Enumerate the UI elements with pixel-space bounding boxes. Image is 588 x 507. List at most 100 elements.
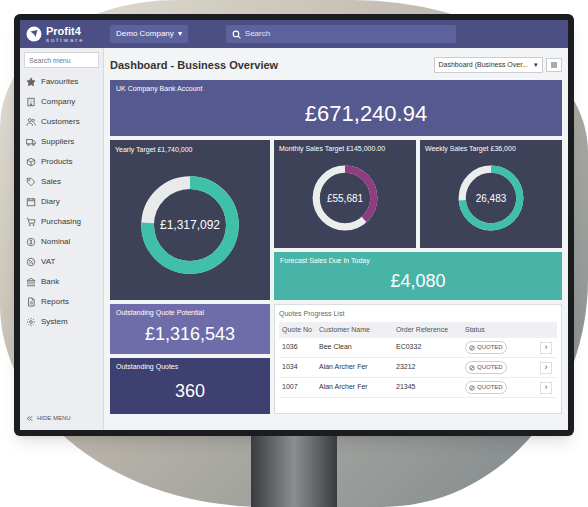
donut-chart: £1,317,092 (137, 172, 243, 278)
card-value: £55,681 (327, 191, 363, 206)
sidebar-item[interactable]: Customers (20, 112, 103, 132)
widget-grid: UK Company Bank Account £671,240.94 Year… (110, 80, 562, 414)
table-cell: 23212 (396, 362, 462, 373)
card-title: Outstanding Quote Potential (116, 308, 264, 319)
chevrons-left-icon (26, 415, 33, 422)
tag-icon (26, 177, 36, 187)
sidebar-item[interactable]: Reports (20, 292, 103, 312)
status-badge: QUOTED (465, 341, 507, 354)
sidebar-item[interactable]: Bank (20, 272, 103, 292)
row-open-button[interactable]: › (540, 342, 552, 354)
caret-icon: ▾ (178, 28, 182, 40)
sidebar-label: Reports (41, 296, 69, 308)
sidebar-label: Bank (41, 276, 59, 288)
progress-arc (148, 183, 233, 268)
logo-tagline: software (46, 37, 85, 43)
sidebar-item[interactable]: Sales (20, 172, 103, 192)
sidebar: Favourites Company CustomersSuppliers Produ… (20, 48, 104, 430)
sidebar-label: Diary (41, 196, 60, 208)
yearly-target-card[interactable]: Yearly Target £1,740,000 £1,317,092 (110, 140, 270, 300)
sidebar-item[interactable]: Purchasing (20, 212, 103, 232)
hide-menu-label: HIDE MENU (37, 414, 71, 423)
column-header[interactable]: Quote No (282, 325, 316, 336)
status-badge: QUOTED (465, 381, 507, 394)
sidebar-item[interactable]: Favourites (20, 72, 103, 92)
status-label: QUOTED (477, 363, 503, 372)
quote-potential-card[interactable]: Outstanding Quote Potential £1,316,543 (110, 304, 270, 354)
document-icon (26, 297, 36, 307)
row-open-button[interactable]: › (540, 382, 552, 394)
dashboard-select-value: Dashboard (Business Over... (439, 60, 529, 71)
title-row: Dashboard - Business Overview Dashboard … (110, 54, 562, 76)
top-bar: Profit4 software Demo Company ▾ (20, 20, 568, 48)
menu-icon (550, 61, 558, 69)
forecast-card[interactable]: Forecast Sales Due In Today £4,080 (274, 252, 562, 300)
coin-icon (26, 237, 36, 247)
star-icon (26, 77, 36, 87)
menu-search-input[interactable] (24, 52, 99, 68)
table-row[interactable]: 1034Alan Archer Fer23212QUOTED› (279, 358, 557, 378)
outstanding-quotes-card[interactable]: Outstanding Quotes 360 (110, 358, 270, 414)
sidebar-item[interactable]: Suppliers (20, 132, 103, 152)
sidebar-label: Company (41, 96, 75, 108)
truck-icon (26, 137, 36, 147)
page-title: Dashboard - Business Overview (110, 57, 278, 74)
sidebar-item[interactable]: Nominal (20, 232, 103, 252)
search-input[interactable] (245, 28, 450, 40)
table-cell: 21345 (396, 382, 462, 393)
table-cell: Alan Archer Fer (319, 362, 393, 373)
table-cell: 1036 (282, 342, 316, 353)
sidebar-item[interactable]: System (20, 312, 103, 332)
table-cell: Bee Clean (319, 342, 393, 353)
sidebar-item[interactable]: VAT (20, 252, 103, 272)
sidebar-label: Purchasing (41, 216, 81, 228)
monthly-target-card[interactable]: Monthly Sales Target £145,000.00 £55,681 (274, 140, 416, 248)
sidebar-label: Products (41, 156, 73, 168)
sidebar-label: Favourites (41, 76, 78, 88)
bank-card[interactable]: UK Company Bank Account £671,240.94 (110, 80, 562, 136)
logo-name: Profit4 (46, 26, 85, 37)
card-value: 26,483 (476, 191, 507, 206)
table-cell: 1007 (282, 382, 316, 393)
status-circle-icon (469, 385, 475, 391)
sidebar-menu: Favourites Company CustomersSuppliers Produ… (20, 72, 103, 332)
donut-chart: £55,681 (309, 162, 381, 234)
hide-menu-button[interactable]: HIDE MENU (20, 411, 103, 426)
monitor-stand (251, 436, 337, 507)
status-circle-icon (469, 345, 475, 351)
table-row[interactable]: 1007Alan Archer Fer21345QUOTED › (279, 378, 557, 398)
row-open-button[interactable]: › (540, 362, 552, 374)
table-cell: Alan Archer Fer (319, 382, 393, 393)
magnifier-icon (232, 30, 241, 39)
column-header[interactable]: Status (465, 325, 537, 336)
dashboard-select[interactable]: Dashboard (Business Over... ▾ (434, 57, 544, 74)
table-header: Quote NoCustomer NameOrder ReferenceStat… (279, 322, 557, 339)
calendar-icon (26, 197, 36, 207)
sidebar-item[interactable]: Company (20, 92, 103, 112)
column-header[interactable]: Customer Name (319, 325, 393, 336)
card-value: 360 (116, 373, 264, 411)
card-title: Outstanding Quotes (116, 362, 264, 373)
logo[interactable]: Profit4 software (26, 26, 102, 43)
card-value: £4,080 (280, 267, 556, 297)
weekly-target-card[interactable]: Weekly Sales Target £36,000 26,483 (420, 140, 562, 248)
dashboard: Dashboard - Business Overview Dashboard … (104, 48, 568, 430)
bank-icon (26, 277, 36, 287)
progress-arc (462, 169, 520, 227)
box-icon (26, 157, 36, 167)
options-button[interactable] (546, 58, 562, 72)
percent-icon (26, 257, 36, 267)
company-button[interactable]: Demo Company ▾ (110, 25, 188, 43)
card-title: Monthly Sales Target £145,000.00 (279, 145, 411, 153)
status-badge: QUOTED (465, 361, 507, 374)
column-header[interactable]: Order Reference (396, 325, 462, 336)
sidebar-item[interactable]: Products (20, 152, 103, 172)
sidebar-item[interactable]: Diary (20, 192, 103, 212)
sidebar-label: Sales (41, 176, 61, 188)
table-row[interactable]: 1036Bee CleanEC0332QUOTED› (279, 338, 557, 358)
sidebar-label: VAT (41, 256, 55, 268)
search-field[interactable] (226, 25, 456, 43)
app-body: Favourites Company CustomersSuppliers Produ… (20, 48, 568, 430)
table-title: Quotes Progress List (279, 309, 557, 320)
card-value: £1,317,092 (160, 216, 220, 234)
